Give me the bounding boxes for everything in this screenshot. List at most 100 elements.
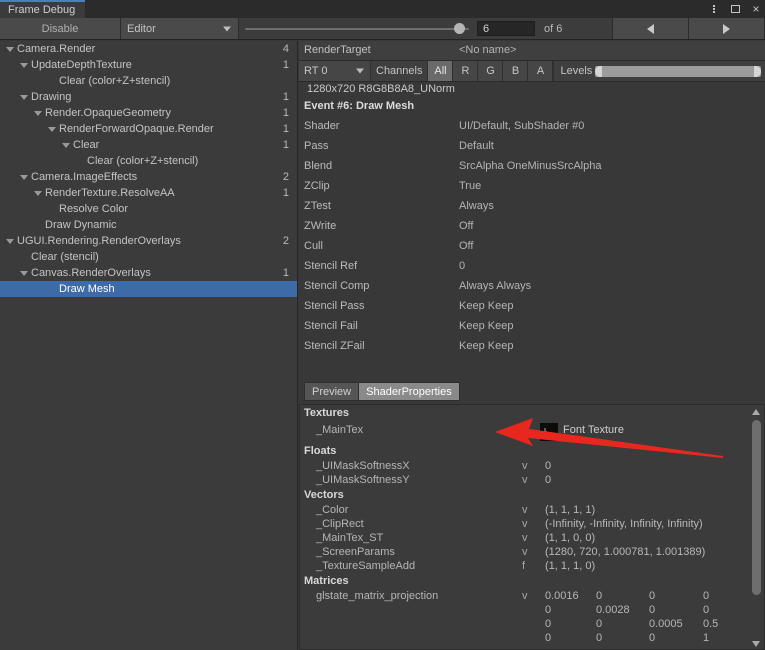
more-options-icon[interactable] (708, 3, 720, 15)
tree-row[interactable]: Clear 1 (0, 137, 297, 153)
matrix-cell: 0 (703, 590, 710, 602)
event-details-panel: RenderTarget <No name> RT 0 Channels All… (299, 41, 765, 650)
tree-row-label: RenderTexture.ResolveAA (45, 187, 175, 199)
scrollbar-thumb[interactable] (752, 420, 761, 595)
tree-row[interactable]: UGUI.Rendering.RenderOverlays 2 (0, 233, 297, 249)
tree-row[interactable]: Camera.Render 4 (0, 41, 297, 57)
frame-debugger-window: Frame Debug × Disable Editor 6 of 6 Came… (0, 0, 765, 650)
disclosure-triangle-icon[interactable] (20, 63, 28, 68)
tree-row-label: UpdateDepthTexture (31, 59, 132, 71)
matrix-cell: 0 (596, 590, 603, 602)
matrix-cell: 0.0028 (596, 604, 630, 616)
tab-frame-debug[interactable]: Frame Debug (0, 0, 86, 18)
tree-row-label: Draw Dynamic (45, 219, 117, 231)
tab-preview[interactable]: Preview (304, 382, 359, 401)
tree-row[interactable]: Camera.ImageEffects 2 (0, 169, 297, 185)
property-row: _Color v (1, 1, 1, 1) (300, 503, 764, 517)
properties-scrollbar[interactable] (750, 406, 763, 649)
disclosure-triangle-icon[interactable] (6, 239, 14, 244)
prev-event-button[interactable] (613, 18, 689, 39)
tree-row-label: Canvas.RenderOverlays (31, 267, 151, 279)
disclosure-triangle-icon[interactable] (20, 271, 28, 276)
property-name: _UIMaskSoftnessX (316, 460, 410, 472)
tree-row[interactable]: RenderForwardOpaque.Render 1 (0, 121, 297, 137)
tree-row[interactable]: Render.OpaqueGeometry 1 (0, 105, 297, 121)
disclosure-triangle-icon[interactable] (62, 143, 70, 148)
matrix-row: 0 0 0 1 (300, 631, 764, 645)
tree-row[interactable]: Clear (color+Z+stencil) (0, 153, 297, 169)
rt-select-dropdown[interactable]: RT 0 (299, 61, 371, 81)
render-state-row: Stencil Fail Keep Keep (299, 316, 765, 336)
channel-toggle-a[interactable]: A (528, 61, 554, 81)
disclosure-triangle-icon[interactable] (6, 47, 14, 52)
channel-toggle-b[interactable]: B (503, 61, 529, 81)
tree-row-label: Resolve Color (59, 203, 129, 215)
render-state-value: Default (459, 140, 494, 152)
disable-button[interactable]: Disable (0, 18, 121, 39)
tree-row-count: 1 (282, 107, 289, 119)
tab-shaderproperties[interactable]: ShaderProperties (358, 382, 460, 401)
property-name: _ClipRect (316, 518, 364, 530)
property-name: _Color (316, 504, 349, 516)
render-target-format: 1280x720 R8G8B8A8_UNorm (307, 83, 455, 95)
chevron-down-icon (223, 26, 231, 31)
event-total-label: of 6 (535, 18, 613, 39)
disclosure-triangle-icon[interactable] (48, 127, 56, 132)
tree-row[interactable]: UpdateDepthTexture 1 (0, 57, 297, 73)
levels-slider[interactable] (595, 65, 761, 77)
property-type: f (522, 560, 526, 572)
target-dropdown[interactable]: Editor (121, 18, 239, 39)
channel-toggle-g[interactable]: G (478, 61, 504, 81)
property-value: (1280, 720, 1.000781, 1.001389) (545, 546, 706, 558)
render-state-value: Keep Keep (459, 340, 514, 352)
tree-row[interactable]: Clear (stencil) (0, 249, 297, 265)
event-slider-track (245, 27, 469, 30)
tree-row-label: Clear (color+Z+stencil) (59, 75, 171, 87)
tree-row[interactable]: Resolve Color (0, 201, 297, 217)
texture-name[interactable]: Font Texture (563, 424, 624, 436)
property-value: 0 (545, 474, 552, 486)
maximize-icon[interactable] (729, 3, 741, 15)
render-target-value: <No name> (459, 44, 517, 56)
property-name: _UIMaskSoftnessY (316, 474, 410, 486)
tree-row-label: UGUI.Rendering.RenderOverlays (17, 235, 181, 247)
tree-row-count: 2 (282, 235, 289, 247)
disclosure-triangle-icon[interactable] (20, 95, 28, 100)
disclosure-triangle-icon[interactable] (20, 175, 28, 180)
scroll-up-icon[interactable] (752, 409, 760, 415)
tree-row[interactable]: Draw Dynamic (0, 217, 297, 233)
tree-row-count: 1 (282, 91, 289, 103)
chevron-down-icon (356, 68, 364, 74)
close-icon[interactable]: × (750, 3, 762, 15)
tree-row[interactable]: Drawing 1 (0, 89, 297, 105)
property-type: v (522, 546, 528, 558)
channel-toggle-all[interactable]: All (428, 61, 454, 81)
matrix-cell: 0 (596, 632, 603, 644)
event-index-input[interactable]: 6 (477, 21, 535, 36)
matrix-row: 0 0 0.0005 0.5 (300, 617, 764, 631)
disclosure-triangle-icon[interactable] (34, 191, 42, 196)
levels-control[interactable]: Levels (553, 61, 765, 81)
scroll-down-icon[interactable] (752, 641, 760, 647)
channel-toggle-r[interactable]: R (453, 61, 479, 81)
event-slider[interactable] (239, 18, 477, 39)
tree-row-label: Clear (color+Z+stencil) (87, 155, 199, 167)
tree-row-label: Clear (73, 139, 100, 151)
event-slider-knob[interactable] (454, 23, 465, 34)
tree-row[interactable]: Clear (color+Z+stencil) (0, 73, 297, 89)
next-event-button[interactable] (689, 18, 765, 39)
tree-row[interactable]: RenderTexture.ResolveAA 1 (0, 185, 297, 201)
property-row: _MainTex_ST v (1, 1, 0, 0) (300, 531, 764, 545)
render-state-value: Always (459, 200, 494, 212)
matrix-cell: 0.0016 (545, 590, 579, 602)
frame-event-tree[interactable]: Camera.Render 4 UpdateDepthTexture 1 Clear (… (0, 41, 298, 650)
property-group-header: Matrices (304, 575, 349, 587)
tree-row-count: 1 (282, 187, 289, 199)
texture-thumbnail[interactable] (540, 423, 558, 441)
tree-row[interactable]: Draw Mesh (0, 281, 297, 297)
render-state-list: Shader UI/Default, SubShader #0 Pass Defaul… (299, 116, 765, 356)
disclosure-triangle-icon[interactable] (34, 111, 42, 116)
property-row: _UIMaskSoftnessY v 0 (300, 473, 764, 487)
tree-row[interactable]: Canvas.RenderOverlays 1 (0, 265, 297, 281)
property-type: f (522, 424, 526, 436)
